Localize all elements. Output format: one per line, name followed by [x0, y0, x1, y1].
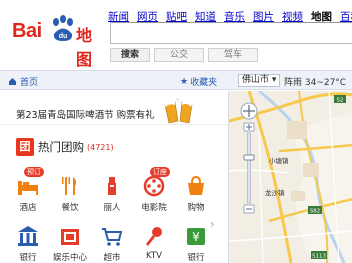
- bus-button[interactable]: 公交: [154, 48, 204, 62]
- tuangou-header[interactable]: 团 热门团购 (4721): [16, 135, 114, 159]
- promo-banner[interactable]: 第23届青岛国际啤酒节 购票有礼: [0, 95, 228, 125]
- tuangou-icon: 团: [16, 138, 34, 156]
- banner-text: 第23届青岛国际啤酒节 购票有礼: [16, 110, 155, 121]
- category-label: 娱乐中心: [52, 253, 87, 263]
- search-buttons: 搜索 公交 驾车: [110, 48, 258, 62]
- beer-icon: [164, 97, 193, 124]
- category-entertainment[interactable]: 娱乐中心: [50, 225, 90, 263]
- search-button[interactable]: 搜索: [110, 48, 150, 62]
- map-view[interactable]: 小塘镇 龙沙镇 S82 S113 S2: [228, 91, 352, 263]
- logo-text: Bai: [12, 20, 42, 42]
- map-label-longsha: 龙沙镇: [265, 188, 285, 197]
- atm-icon: ¥: [187, 228, 205, 245]
- category-bank[interactable]: 银行: [8, 225, 48, 263]
- page: Bai du 地图 新闻 网页 贴吧 知道 音乐 图片 视频 地图 百科 搜索 …: [0, 0, 352, 263]
- map-label-s2: S2: [337, 98, 344, 104]
- city-label: 佛山市: [242, 75, 270, 85]
- map-canvas: 小塘镇 龙沙镇 S82 S113 S2: [229, 91, 352, 263]
- category-cinema[interactable]: 订座 电影院: [134, 167, 174, 213]
- shopping-icon: [188, 175, 204, 195]
- category-label: 银行: [19, 253, 37, 263]
- header: Bai du 地图 新闻 网页 贴吧 知道 音乐 图片 视频 地图 百科 搜索 …: [0, 0, 352, 69]
- category-label: 超市: [103, 253, 121, 263]
- category-label: KTV: [146, 251, 162, 261]
- star-icon: ★: [180, 76, 189, 87]
- paw-icon: du: [53, 15, 73, 41]
- city-selector[interactable]: 佛山市 ▾: [238, 74, 281, 87]
- left-panel: 第23届青岛国际啤酒节 购票有礼 团 热门团购 (4721) 预订 酒店 餐饮 …: [0, 91, 228, 263]
- category-shopping[interactable]: 购物: [176, 175, 216, 213]
- weather-info: 阵雨 34~27°C: [284, 78, 347, 88]
- home-link[interactable]: 首页: [8, 75, 38, 88]
- map-label-s113: S113: [312, 254, 326, 260]
- category-label: 电影院: [141, 203, 167, 213]
- beauty-icon: [108, 177, 116, 195]
- drive-button[interactable]: 驾车: [208, 48, 258, 62]
- category-beauty[interactable]: 丽人: [92, 175, 132, 213]
- category-ktv[interactable]: KTV: [134, 225, 174, 261]
- toolbar: 首页 ★ 收藏夹 佛山市 ▾ 阵雨 34~27°C: [0, 70, 352, 90]
- search-input[interactable]: [110, 22, 352, 44]
- category-supermarket[interactable]: 超市: [92, 225, 132, 263]
- supermarket-icon: [102, 228, 123, 246]
- category-hotel[interactable]: 预订 酒店: [8, 167, 48, 213]
- baidu-map-logo[interactable]: Bai du 地图: [12, 14, 104, 69]
- restaurant-icon: [62, 177, 77, 195]
- chevron-down-icon: ▾: [269, 75, 277, 85]
- entertainment-icon: [61, 229, 79, 245]
- ktv-icon: [146, 227, 162, 246]
- favorites-label: 收藏夹: [190, 78, 218, 88]
- tuangou-count: (4721): [87, 142, 114, 152]
- cinema-icon: [143, 175, 165, 197]
- category-label: 银行: [187, 253, 205, 263]
- tag-booking: 预订: [24, 167, 44, 177]
- map-label-s82: S82: [310, 209, 321, 215]
- logo-map-text: 地图: [76, 26, 93, 69]
- category-restaurant[interactable]: 餐饮: [50, 175, 90, 213]
- category-label: 餐饮: [61, 203, 79, 213]
- category-label: 购物: [187, 203, 205, 213]
- paw-label: du: [59, 33, 68, 40]
- map-label-xiaotang: 小塘镇: [269, 156, 289, 165]
- home-label: 首页: [20, 78, 39, 88]
- bank-icon: [18, 226, 38, 246]
- hotel-icon: [18, 181, 38, 195]
- favorites-link[interactable]: ★ 收藏夹: [180, 75, 218, 89]
- home-icon: [9, 78, 16, 85]
- chevron-right-icon[interactable]: ›: [210, 217, 220, 231]
- tag-seat: 订座: [150, 167, 170, 177]
- tuangou-title: 热门团购: [38, 140, 84, 154]
- category-label: 丽人: [103, 203, 121, 213]
- category-label: 酒店: [19, 203, 37, 213]
- svg-text:¥: ¥: [192, 230, 200, 244]
